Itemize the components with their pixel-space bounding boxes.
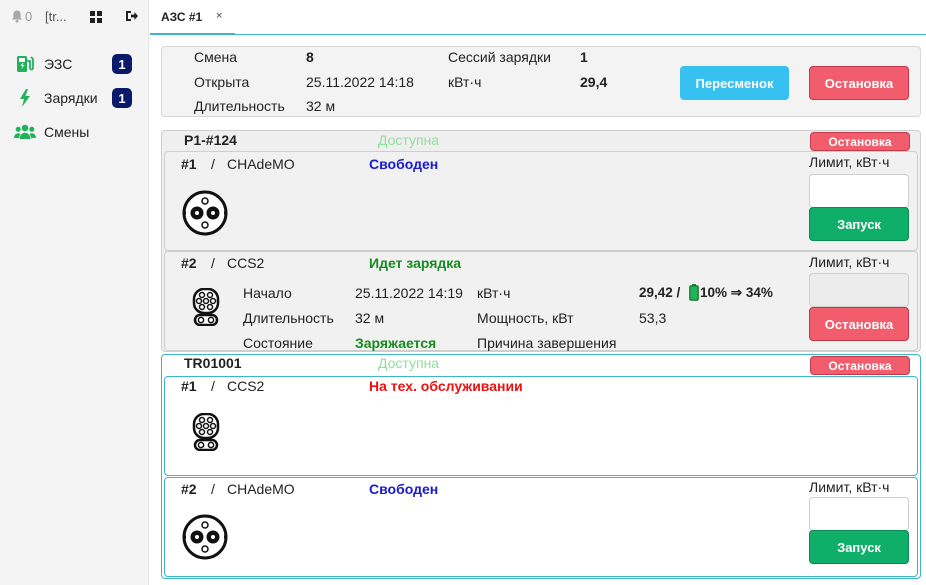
kwh-label: кВт·ч [448,74,482,90]
start-value: 25.11.2022 14:19 [355,285,463,301]
charging-station-icon [17,56,34,72]
station-status: Доступна [378,355,440,371]
duration-value: 32 м [306,98,336,114]
close-icon[interactable]: × [216,10,222,22]
sidebar-item-shifts[interactable]: Смены [14,120,136,144]
separator: / [211,481,215,497]
state-value: Заряжается [355,335,437,351]
station-name: P1-#124 [184,132,237,148]
chademo-plug-icon [182,514,228,560]
shift-panel: Смена 8 Открыта 25.11.2022 14:18 Длитель… [161,46,921,117]
connector-status: На тех. обслуживании [369,378,523,394]
shift-value: 8 [306,49,314,65]
users-icon [14,124,36,139]
connector-status: Свободен [369,156,439,172]
station-name: TR01001 [184,355,242,371]
ccs2-plug-icon [192,413,220,451]
opened-value: 25.11.2022 14:18 [306,74,414,90]
connector-type: CHAdeMO [227,156,295,172]
count-badge: 1 [112,54,132,74]
reshift-button[interactable]: Пересменок [680,66,789,100]
sidebar-item-stations[interactable]: ЭЗС 1 [14,52,136,76]
connector-number: #2 [181,481,197,497]
connector-number: #1 [181,378,197,394]
station-stop-button[interactable]: Остановка [810,132,910,151]
separator: / [211,378,215,394]
station-status: Доступна [378,132,440,148]
start-label: Начало [243,285,292,301]
grid-icon[interactable] [90,11,102,23]
power-value: 53,3 [639,310,667,326]
limit-input[interactable] [809,174,909,208]
tab-label: АЗС #1 [161,9,203,24]
ccs2-plug-icon [192,288,220,326]
opened-label: Открыта [194,74,250,90]
sidebar-item-label: Смены [44,124,90,140]
station-stop-button[interactable]: Остановка [810,356,910,375]
connector-status: Свободен [369,481,439,497]
sidebar-item-label: ЭЗС [44,56,73,72]
separator: / [211,255,215,271]
duration-label: Длительность [243,310,334,326]
limit-label: Лимит, кВт·ч [809,254,890,270]
notification-count: 0 [25,9,33,24]
state-label: Состояние [243,335,313,351]
reason-label: Причина завершения [477,335,617,351]
sidebar: 0 [tr... ЭЗС 1 Зарядки 1 Смены [0,0,149,585]
bell-icon [12,10,22,23]
sidebar-item-label: Зарядки [44,90,98,106]
sessions-value: 1 [580,49,588,65]
start-button[interactable]: Запуск [809,207,909,241]
connector-card: #2 / CCS2 Идет зарядка Начало 25.11.2022… [164,251,918,351]
connector-type: CCS2 [227,255,265,271]
connector-type: CCS2 [227,378,265,394]
station-card: TR01001 Доступна Остановка #1 / CCS2 На … [161,354,921,579]
limit-label: Лимит, кВт·ч [809,479,890,495]
duration-label: Длительность [194,98,285,114]
connector-status: Идет зарядка [369,255,462,271]
tab-azs-1[interactable]: АЗС #1 × [150,0,235,35]
connector-type: CHAdeMO [227,481,295,497]
logout-icon[interactable] [125,10,138,22]
connector-stop-button[interactable]: Остановка [809,307,909,341]
connector-card: #1 / CHAdeMO Свободен Лимит, кВт·ч Запус… [164,151,918,251]
tab-bar: АЗС #1 × [150,0,926,35]
start-button[interactable]: Запуск [809,530,909,564]
energy-value: 29,42 / [639,285,681,300]
kwh-value: 29,4 [580,74,608,90]
sidebar-header: 0 [tr... [0,0,149,34]
sessions-label: Сессий зарядки [448,49,551,65]
soc-value: 10% ⇒ 34% [700,285,773,300]
battery-icon [689,284,699,301]
separator: / [211,156,215,172]
connector-card: #2 / CHAdeMO Свободен Лимит, кВт·ч Запус… [164,477,918,577]
notifications[interactable]: 0 [11,9,32,24]
limit-input[interactable] [809,497,909,531]
limit-label: Лимит, кВт·ч [809,154,890,170]
shift-stop-button[interactable]: Остановка [809,66,909,100]
limit-input [809,273,909,307]
connector-card: #1 / CCS2 На тех. обслуживании [164,376,918,476]
user-name[interactable]: [tr... [45,9,67,24]
station-card: P1-#124 Доступна Остановка #1 / CHAdeMO … [161,130,921,352]
duration-value: 32 м [355,310,385,326]
lightning-icon [20,89,30,107]
connector-number: #1 [181,156,197,172]
energy-label: кВт·ч [477,285,511,301]
count-badge: 1 [112,88,132,108]
power-label: Мощность, кВт [477,310,574,326]
connector-number: #2 [181,255,197,271]
sidebar-item-charges[interactable]: Зарядки 1 [14,86,136,110]
chademo-plug-icon [182,190,228,236]
shift-label: Смена [194,49,238,65]
